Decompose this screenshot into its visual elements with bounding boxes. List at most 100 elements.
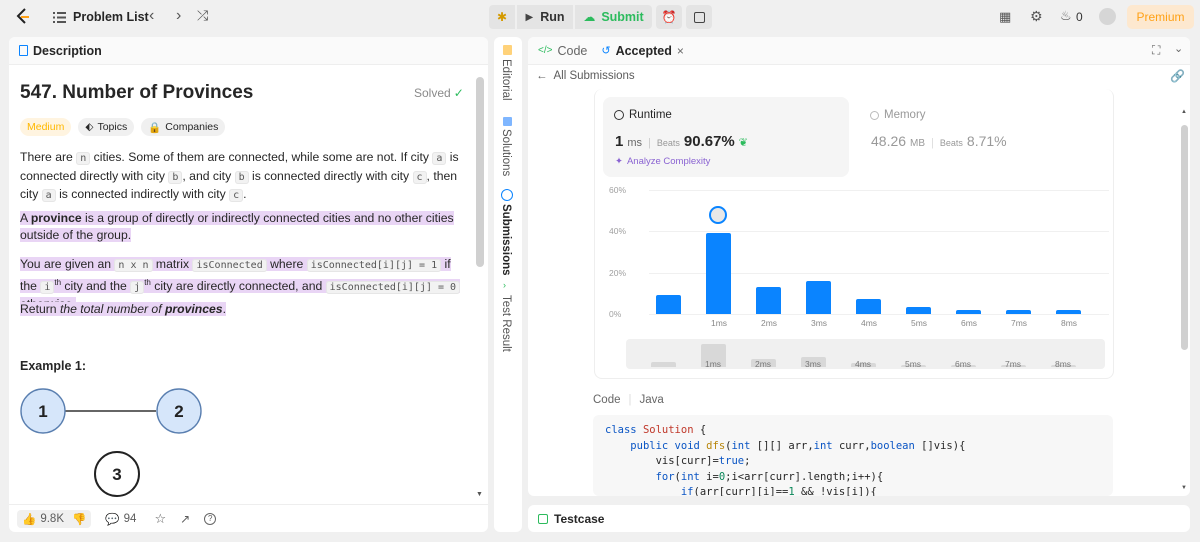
x-tick-label: 3ms	[810, 318, 828, 328]
star-icon[interactable]: ☆	[154, 511, 166, 527]
runtime-bar[interactable]	[656, 295, 681, 314]
shuffle-icon[interactable]: ⤮	[197, 7, 208, 24]
leetcode-logo[interactable]	[14, 8, 32, 26]
memory-card[interactable]: Memory 48.26 MB | Beats 8.71%	[859, 97, 1105, 177]
notes-button[interactable]	[686, 5, 712, 29]
runtime-bar[interactable]	[806, 280, 831, 314]
tab-code-label: Code	[557, 43, 588, 58]
difficulty-badge: Medium	[20, 118, 72, 136]
description-paragraph-4: Return the total number of provinces.	[20, 301, 465, 318]
submit-button[interactable]: ☁ Submit	[575, 5, 652, 29]
companies-tag[interactable]: 🔒 Companies	[141, 118, 226, 136]
submission-scrollbar[interactable]	[1181, 125, 1188, 350]
layout-icon[interactable]: ▦	[999, 9, 1011, 25]
tab-submissions[interactable]: Submissions	[500, 204, 512, 276]
example-graph: 1 2 3	[20, 388, 202, 497]
help-icon[interactable]: ?	[204, 512, 217, 525]
tab-accepted[interactable]: ↺ Accepted ×	[601, 44, 684, 58]
tab-test-result[interactable]: Test Result	[500, 295, 512, 352]
memory-chip-icon	[870, 110, 879, 120]
mini-tick-label: 5ms	[904, 359, 922, 369]
topics-tag[interactable]: ⬖ Topics	[78, 118, 135, 136]
scroll-down-arrow-icon[interactable]: ▼	[476, 491, 483, 498]
runtime-bar[interactable]	[906, 306, 931, 314]
share-icon[interactable]: ↗	[180, 512, 190, 526]
tab-code[interactable]: </> Code	[538, 44, 587, 58]
code-block[interactable]: class Solution { public void dfs(int [][…	[593, 415, 1113, 496]
test-result-icon: ›	[503, 280, 506, 290]
text: cities. Some of them are connected, whil…	[90, 150, 433, 164]
text: .	[222, 302, 226, 316]
gridline	[649, 314, 1109, 315]
link-icon[interactable]: 🔗	[1170, 69, 1185, 83]
tab-editorial[interactable]: Editorial	[500, 59, 512, 101]
debug-button[interactable]: ✱	[489, 5, 515, 29]
all-submissions-link[interactable]: ← All Submissions	[536, 70, 635, 82]
testcase-tab[interactable]: Testcase	[538, 512, 604, 526]
runtime-bar[interactable]	[856, 298, 881, 314]
solved-badge: Solved ✓	[414, 86, 464, 100]
tab-description[interactable]: Description	[19, 44, 102, 58]
inline-code: n x n	[114, 259, 153, 272]
thumbs-down-icon[interactable]: 👎	[72, 512, 86, 526]
next-problem-icon[interactable]: ›	[176, 7, 181, 25]
runtime-card[interactable]: Runtime 1 ms | Beats 90.67% ❦ ✦ Analyze …	[603, 97, 849, 177]
runtime-label: Runtime	[629, 109, 672, 121]
runtime-bar[interactable]	[706, 233, 731, 314]
mini-bar	[651, 361, 676, 367]
scroll-down-arrow-icon[interactable]: ▼	[1181, 485, 1187, 491]
leaf-icon: ❦	[738, 137, 748, 149]
runtime-bar[interactable]	[1056, 309, 1081, 314]
runtime-bar[interactable]	[1006, 309, 1031, 314]
text: A	[20, 211, 31, 225]
tab-accepted-label: Accepted	[615, 43, 672, 58]
scroll-up-arrow-icon[interactable]: ▲	[1181, 109, 1187, 115]
runtime-beats-label: Beats	[656, 138, 680, 148]
x-tick-label: 7ms	[1010, 318, 1028, 328]
text: There are	[20, 150, 77, 164]
italic-text: the total number of	[59, 302, 165, 316]
tab-solutions[interactable]: Solutions	[500, 129, 512, 176]
list-icon[interactable]	[52, 10, 66, 24]
inline-code: a	[41, 189, 56, 202]
timer-button[interactable]: ⏰	[656, 5, 682, 29]
inline-code: c	[412, 170, 427, 184]
analyze-complexity-button[interactable]: ✦ Analyze Complexity	[615, 156, 710, 167]
premium-button[interactable]: Premium	[1127, 5, 1194, 29]
runtime-bar[interactable]	[756, 287, 781, 314]
mini-tick-label: 2ms	[754, 359, 772, 369]
avatar[interactable]	[1099, 8, 1116, 25]
code-icon: </>	[538, 45, 553, 56]
prev-problem-icon[interactable]: ‹	[149, 7, 154, 25]
topics-label: Topics	[97, 121, 128, 133]
expand-icon[interactable]: ⛶	[1152, 43, 1160, 58]
tag-icon: ⬖	[85, 121, 94, 133]
x-tick-label: 5ms	[910, 318, 928, 328]
close-icon[interactable]: ×	[677, 44, 684, 58]
inline-code: j	[130, 280, 145, 294]
all-submissions-label: All Submissions	[553, 70, 635, 82]
chevron-down-icon[interactable]: ⌄	[1174, 42, 1183, 55]
inline-code: a	[432, 152, 447, 165]
your-submission-avatar[interactable]	[709, 206, 727, 225]
testcase-bar[interactable]: Testcase	[528, 505, 1190, 532]
premium-label: Premium	[1136, 10, 1185, 24]
runtime-bar[interactable]	[956, 309, 981, 314]
document-icon	[19, 45, 28, 56]
description-scrollbar[interactable]	[476, 77, 484, 267]
inline-code: isConnected[i][j] = 0	[325, 280, 461, 294]
run-button[interactable]: ▶ Run	[517, 5, 573, 29]
fire-streak-icon[interactable]: ♨	[1060, 8, 1072, 24]
clock-icon	[614, 110, 624, 120]
settings-gear-icon[interactable]: ⚙	[1030, 8, 1043, 25]
y-tick-label: 20%	[609, 267, 627, 278]
text: is a group of directly or indirectly con…	[20, 211, 454, 242]
text: city and the	[61, 278, 131, 293]
like-button[interactable]: 👍 9.8K 👎	[17, 509, 92, 528]
runtime-header: Runtime	[614, 109, 672, 121]
comments-button[interactable]: 💬 94	[105, 512, 136, 526]
problem-title[interactable]: 547. Number of Provinces	[20, 82, 253, 104]
problem-list-link[interactable]: Problem List	[73, 10, 149, 24]
text: city are directly connected, and	[150, 278, 326, 293]
companies-label: Companies	[165, 121, 219, 133]
